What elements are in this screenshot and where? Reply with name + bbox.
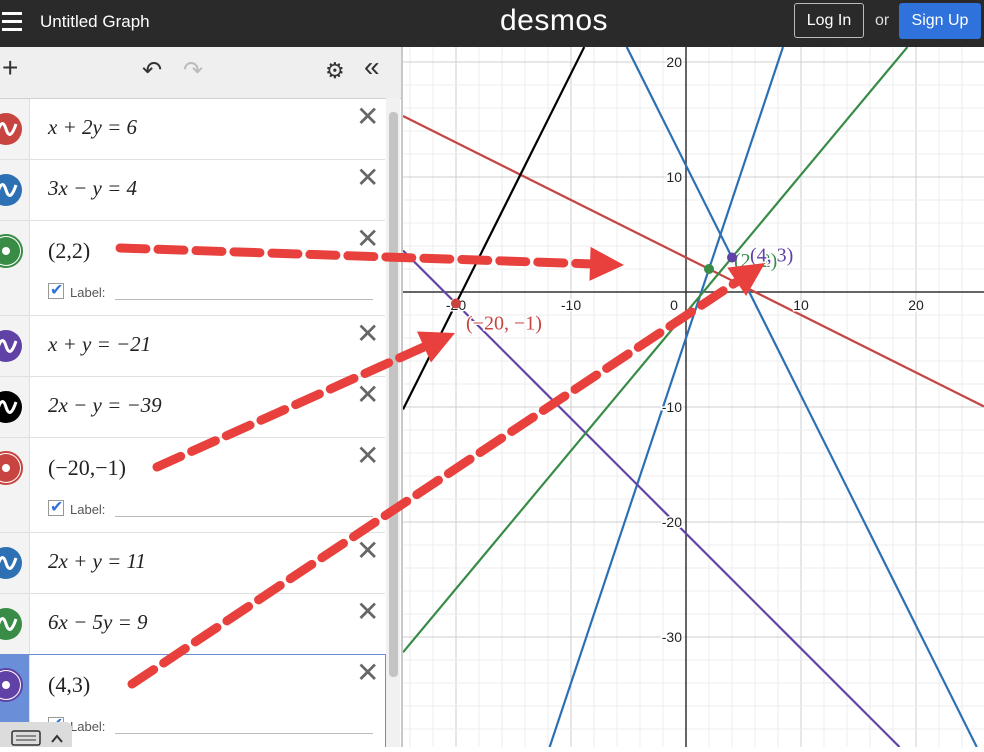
expression-row[interactable]: 3x − y = 4 ✕ <box>0 160 385 221</box>
expression-row[interactable]: x + 2y = 6 ✕ <box>0 99 385 160</box>
label-text: Label: <box>70 502 106 517</box>
label-input[interactable] <box>115 299 373 300</box>
expression-math[interactable]: 6x − 5y = 9 <box>48 610 147 635</box>
double-chevron-left-icon[interactable]: « <box>364 53 380 81</box>
keyboard-glyph <box>11 730 63 746</box>
label-text: Label: <box>70 285 106 300</box>
menu-icon[interactable] <box>2 12 22 32</box>
point-style-icon[interactable] <box>0 668 23 702</box>
close-icon[interactable]: ✕ <box>356 164 379 192</box>
graph-line[interactable] <box>403 47 586 410</box>
expression-row[interactable]: (2,2) ✕ Label: <box>0 221 385 316</box>
close-icon[interactable]: ✕ <box>356 442 379 470</box>
label-input[interactable] <box>115 516 373 517</box>
desmos-logo: desmos <box>500 4 609 37</box>
point-label: (4, 3) <box>750 245 793 267</box>
close-icon[interactable]: ✕ <box>356 537 379 565</box>
label-checkbox[interactable] <box>48 280 64 300</box>
expression-toolbar: + ↶ ↷ ⚙ « <box>0 47 401 99</box>
label-checkbox[interactable] <box>48 497 64 517</box>
close-icon[interactable]: ✕ <box>356 659 379 687</box>
label-text: Label: <box>70 719 106 734</box>
undo-icon[interactable]: ↶ <box>142 59 162 83</box>
line-style-icon[interactable] <box>0 329 23 363</box>
expression-math[interactable]: 3x − y = 4 <box>48 176 137 201</box>
sign-up-button[interactable]: Sign Up <box>899 3 981 39</box>
expression-row[interactable]: (−20,−1) ✕ Label: <box>0 438 385 533</box>
point-label: (−20, −1) <box>466 313 542 335</box>
close-icon[interactable]: ✕ <box>356 598 379 626</box>
expression-math[interactable]: (−20,−1) <box>48 455 126 481</box>
expression-math[interactable]: 2x − y = −39 <box>48 393 162 418</box>
expression-math[interactable]: 2x + y = 11 <box>48 549 146 574</box>
log-in-button[interactable]: Log In <box>794 3 864 38</box>
label-option: Label: <box>48 497 374 520</box>
x-tick-label: 10 <box>793 297 809 313</box>
close-icon[interactable]: ✕ <box>356 381 379 409</box>
graph-point[interactable] <box>451 298 461 309</box>
redo-icon[interactable]: ↷ <box>183 59 203 83</box>
graph-line[interactable] <box>403 115 984 408</box>
gear-icon[interactable]: ⚙ <box>325 59 345 83</box>
label-input[interactable] <box>115 733 373 734</box>
expression-panel: + ↶ ↷ ⚙ « x + 2y = 6 ✕ 3x − y = 4 ✕ (2,2) ✕ La… <box>0 47 403 747</box>
expression-row[interactable]: x + y = −21 ✕ <box>0 316 385 377</box>
y-tick-label: -30 <box>662 629 682 645</box>
line-style-icon[interactable] <box>0 607 23 641</box>
expression-row[interactable]: 6x − 5y = 9 ✕ <box>0 594 385 655</box>
plus-icon[interactable]: + <box>2 54 18 82</box>
expression-row[interactable]: 2x − y = −39 ✕ <box>0 377 385 438</box>
x-tick-label: 20 <box>908 297 924 313</box>
expression-row[interactable]: 2x + y = 11 ✕ <box>0 533 385 594</box>
scrollbar-thumb[interactable] <box>389 112 398 677</box>
y-tick-label: 10 <box>666 169 682 185</box>
expression-math[interactable]: x + y = −21 <box>48 332 151 357</box>
graph-point[interactable] <box>727 252 737 263</box>
graph-paper[interactable]: -20-10010202010-10-20-30-40(2, 2)(−20, −… <box>403 47 984 747</box>
point-style-icon[interactable] <box>0 234 23 268</box>
y-tick-label: -10 <box>662 399 682 415</box>
expression-math[interactable]: x + 2y = 6 <box>48 115 137 140</box>
expression-math[interactable]: (4,3) <box>48 672 90 698</box>
or-text: or <box>875 12 890 29</box>
line-style-icon[interactable] <box>0 112 23 146</box>
label-option: Label: <box>48 280 374 303</box>
point-style-icon[interactable] <box>0 451 23 485</box>
line-style-icon[interactable] <box>0 173 23 207</box>
line-style-icon[interactable] <box>0 390 23 424</box>
x-tick-label: 0 <box>670 297 678 313</box>
expression-math[interactable]: (2,2) <box>48 238 90 264</box>
close-icon[interactable]: ✕ <box>356 225 379 253</box>
y-tick-label: 20 <box>666 54 682 70</box>
keyboard-icon[interactable] <box>0 722 72 747</box>
graph-point[interactable] <box>704 264 714 274</box>
graph-title[interactable]: Untitled Graph <box>40 12 150 32</box>
y-tick-label: -20 <box>662 514 682 530</box>
close-icon[interactable]: ✕ <box>356 320 379 348</box>
x-tick-label: -10 <box>561 297 581 313</box>
close-icon[interactable]: ✕ <box>356 103 379 131</box>
label-option: Label: <box>48 714 374 737</box>
top-bar: Untitled Graph desmos Log In or Sign Up <box>0 0 984 47</box>
line-style-icon[interactable] <box>0 546 23 580</box>
